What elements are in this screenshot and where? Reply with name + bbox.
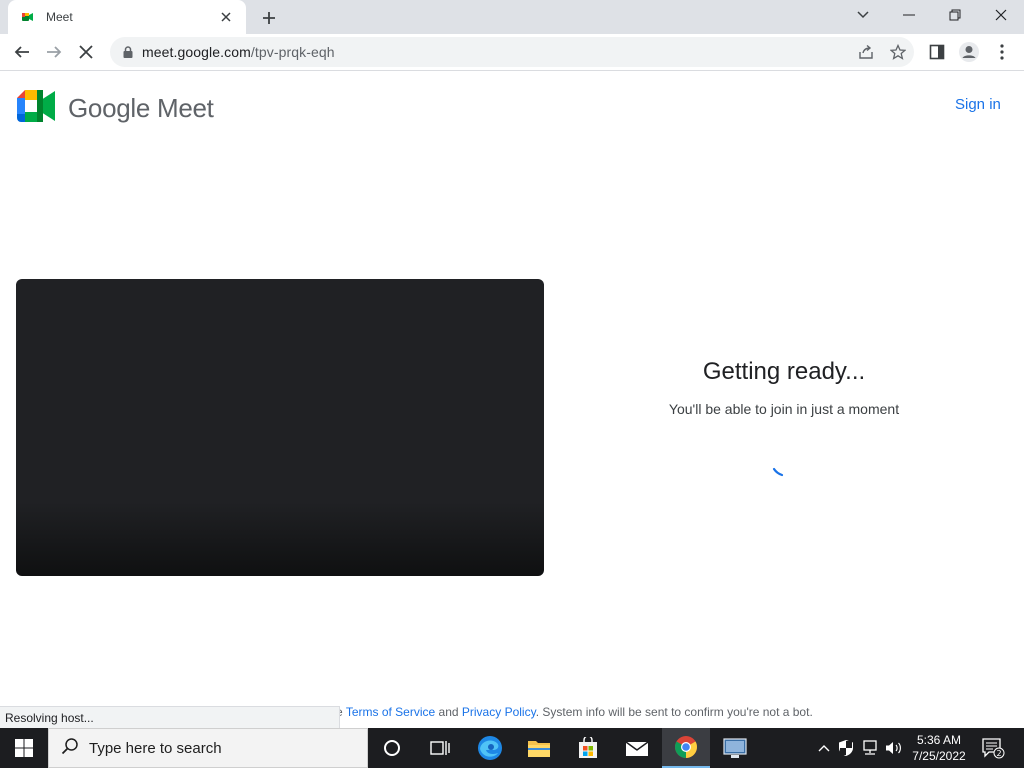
sign-in-link[interactable]: Sign in: [955, 96, 1001, 113]
network-icon[interactable]: [860, 738, 880, 758]
tab-close-icon[interactable]: [218, 9, 234, 25]
footer-suffix: . System info will be sent to confirm yo…: [535, 705, 813, 719]
terms-of-service-link[interactable]: Terms of Service: [346, 705, 435, 719]
tab-search-chevron-icon[interactable]: [840, 0, 886, 30]
address-bar[interactable]: meet.google.com/tpv-prqk-eqh: [110, 37, 914, 67]
lock-icon[interactable]: [120, 44, 136, 60]
taskbar-search-placeholder: Type here to search: [89, 739, 222, 757]
brand-meet: Meet: [156, 93, 214, 123]
chrome-icon[interactable]: [662, 728, 710, 768]
file-explorer-icon[interactable]: [515, 728, 563, 768]
browser-toolbar: meet.google.com/tpv-prqk-eqh: [0, 34, 1024, 71]
new-tab-icon[interactable]: [258, 7, 280, 29]
forward-arrow-icon[interactable]: [40, 38, 68, 66]
windows-start-icon[interactable]: [0, 728, 48, 768]
clock-time: 5:36 AM: [916, 733, 962, 747]
menu-kebab-icon[interactable]: [988, 38, 1016, 66]
browser-tab-meet[interactable]: Meet: [8, 0, 246, 34]
profile-avatar-icon[interactable]: [955, 38, 983, 66]
restore-icon[interactable]: [932, 0, 978, 30]
google-meet-logo-icon: [17, 90, 57, 124]
tab-strip: Meet: [0, 0, 1024, 34]
cortana-icon[interactable]: [368, 728, 416, 768]
bookmark-star-icon[interactable]: [887, 41, 909, 63]
side-panel-icon[interactable]: [923, 38, 951, 66]
edge-icon[interactable]: [466, 728, 514, 768]
url-host: meet.google.com: [142, 44, 251, 60]
action-center-notification-icon[interactable]: 2: [980, 736, 1006, 760]
security-shield-icon[interactable]: [836, 738, 856, 758]
getting-ready-title: Getting ready...: [702, 358, 866, 385]
video-preview: [16, 279, 544, 576]
consent-footer: e Terms of Service and Privacy Policy. S…: [336, 705, 813, 719]
url-text: meet.google.com/tpv-prqk-eqh: [142, 44, 335, 60]
share-icon[interactable]: [855, 41, 877, 63]
close-window-icon[interactable]: [978, 0, 1024, 30]
task-view-icon[interactable]: [416, 728, 464, 768]
stop-loading-icon[interactable]: [72, 38, 100, 66]
url-path: /tpv-prqk-eqh: [250, 44, 335, 60]
brand-google: Google: [68, 93, 151, 123]
taskbar-search-box[interactable]: Type here to search: [48, 728, 368, 768]
status-bubble: Resolving host...: [0, 706, 340, 728]
getting-ready-subtitle: You'll be able to join in just a moment: [668, 401, 900, 417]
mail-icon[interactable]: [613, 728, 661, 768]
minimize-icon[interactable]: [886, 0, 932, 30]
loading-spinner-icon: [772, 465, 784, 477]
meet-favicon-icon: [20, 9, 36, 25]
show-hidden-icons-chevron-icon[interactable]: [814, 738, 834, 758]
tab-title: Meet: [46, 10, 73, 24]
privacy-policy-link[interactable]: Privacy Policy: [462, 705, 536, 719]
remote-desktop-icon[interactable]: [711, 728, 759, 768]
windows-taskbar: Type here to search 5:36 AM 7/25/2022 2: [0, 728, 1024, 768]
search-icon: [61, 737, 79, 760]
google-meet-wordmark: Google Meet: [68, 93, 214, 124]
notification-count: 2: [996, 749, 1001, 758]
volume-icon[interactable]: [884, 738, 904, 758]
taskbar-clock[interactable]: 5:36 AM 7/25/2022: [904, 732, 974, 764]
footer-and: and: [438, 705, 459, 719]
clock-date: 7/25/2022: [912, 749, 966, 763]
microsoft-store-icon[interactable]: [564, 728, 612, 768]
back-arrow-icon[interactable]: [8, 38, 36, 66]
